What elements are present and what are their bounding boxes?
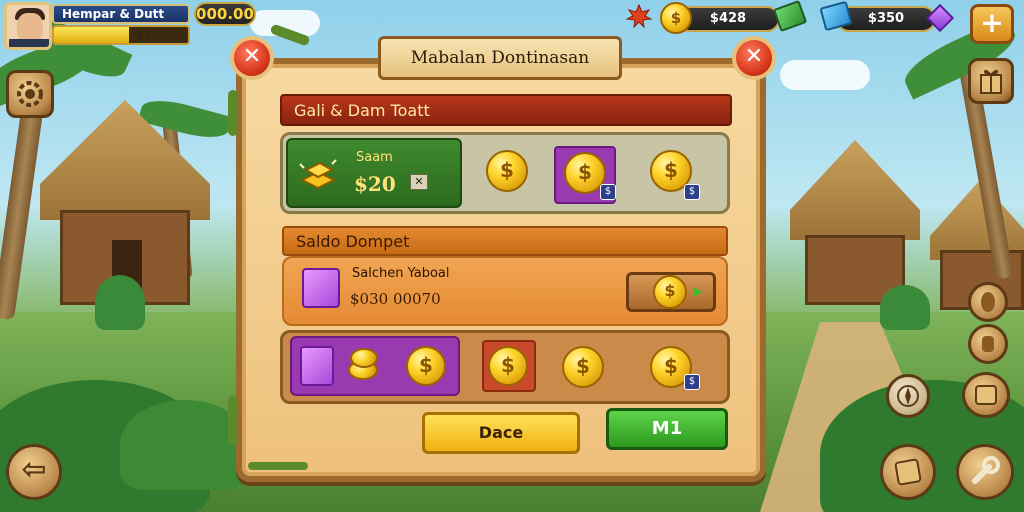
wallet-balance-label: Salchen Yaboal [352, 266, 450, 281]
chest-icon [302, 268, 340, 308]
dialog-title: Mabalan Dontinasan [378, 36, 622, 80]
add-currency-button[interactable]: + [970, 4, 1014, 44]
wallet-balance-value: $030 00070 [350, 290, 441, 308]
confirm-button[interactable]: M1 [606, 408, 728, 450]
close-button-right[interactable]: ✕ [732, 36, 776, 80]
reward-tile-label: Saam [356, 150, 393, 165]
cancel-button[interactable]: Dace [422, 412, 580, 454]
hut-roof [930, 180, 1024, 260]
quest-button[interactable] [962, 372, 1010, 418]
compass-icon [897, 385, 919, 407]
cloud [780, 60, 870, 90]
coin-icon[interactable]: $ [562, 346, 604, 388]
side-button-1[interactable] [968, 282, 1008, 322]
maple-leaf-icon [625, 3, 653, 29]
featured-reward-tile[interactable]: Saam $20 [286, 138, 462, 208]
gold-bars-icon [299, 159, 337, 190]
bundle-cell[interactable]: $ [290, 336, 460, 396]
coin-icon[interactable]: $ [486, 150, 528, 192]
coin-badge: $ [684, 374, 700, 390]
player-name: Hempar & Dutt [52, 4, 190, 24]
gold-counter: 000.00 [194, 2, 256, 26]
coin-icon: $ [660, 2, 692, 34]
xp-bar-fill [54, 27, 130, 43]
collect-button[interactable]: $ [626, 272, 716, 312]
hut-roof [790, 140, 920, 240]
small-bush [95, 275, 145, 330]
shop-button[interactable] [968, 58, 1014, 104]
section-header-rewards: Gali & Dam Toatt [280, 94, 732, 126]
coin-icon: $ [653, 275, 687, 309]
settings-button[interactable] [6, 70, 54, 118]
xp-value: $3 [135, 28, 152, 42]
back-button[interactable]: ⇦ [6, 444, 62, 500]
coin-icon: $ [488, 346, 528, 386]
bag-icon [894, 458, 922, 486]
coin-stack-icon [350, 348, 378, 368]
side-button-2[interactable] [968, 324, 1008, 364]
gear-icon [17, 81, 43, 107]
vine-decoration [228, 90, 238, 136]
close-icon[interactable]: ✕ [410, 174, 428, 190]
map-button[interactable] [886, 374, 930, 418]
gift-icon [980, 69, 1002, 94]
hand-icon [982, 336, 994, 352]
leaf-icon [981, 292, 995, 312]
coin-badge: $ [684, 184, 700, 200]
reward-tile-amount: $20 [354, 172, 396, 196]
wrench-icon [972, 456, 1000, 484]
player-avatar[interactable] [4, 2, 52, 50]
small-bush [880, 285, 930, 330]
arrow-right-icon [694, 287, 702, 297]
build-button[interactable] [956, 444, 1014, 500]
coin-icon: $ [406, 346, 446, 386]
vine-decoration [228, 396, 238, 446]
vine-decoration [248, 462, 308, 470]
close-button-left[interactable]: ✕ [230, 36, 274, 80]
inventory-button[interactable] [880, 444, 936, 500]
xp-bar: $3 [52, 25, 190, 45]
coin-badge: $ [600, 184, 616, 200]
section-header-wallet: Saldo Dompet [282, 226, 728, 256]
chest-icon [300, 346, 334, 386]
avatar-suit [9, 39, 49, 47]
scroll-icon [975, 385, 997, 405]
